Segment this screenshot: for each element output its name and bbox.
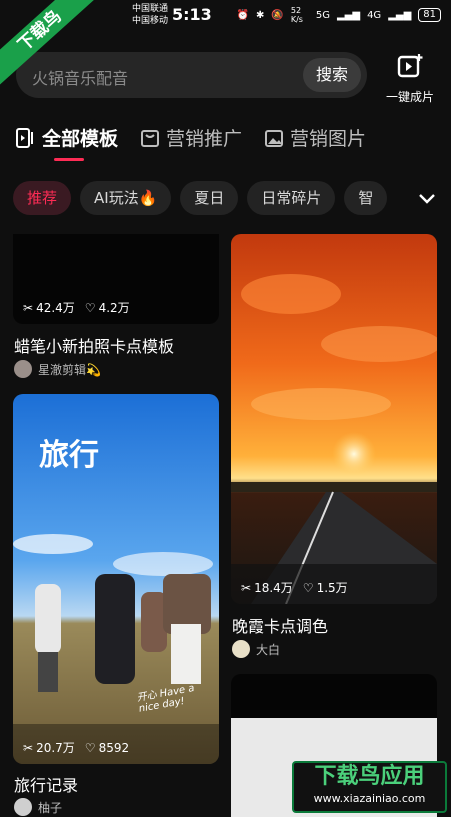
author-name: 星澈剪辑💫	[38, 362, 101, 377]
thumbnail-image	[231, 234, 437, 604]
watermark-url: www.xiazainiao.com	[313, 792, 426, 805]
alarm-icon: ⏰	[236, 9, 250, 21]
avatar	[14, 798, 32, 816]
card-title[interactable]: 旅行记录	[14, 772, 78, 796]
card-stats: ✂ 42.4万 ♡ 4.2万	[23, 299, 130, 316]
one-click-create-button[interactable]: 一键成片	[380, 52, 440, 105]
card-author[interactable]: 柚子	[14, 798, 62, 816]
battery-level: 81	[418, 8, 441, 22]
likes-stat: ♡ 4.2万	[85, 299, 130, 316]
mute-icon: 🔕	[271, 9, 284, 21]
chip-recommend[interactable]: 推荐	[13, 181, 72, 215]
chip-ai[interactable]: AI玩法🔥	[80, 181, 172, 215]
active-tab-indicator	[54, 158, 84, 161]
template-card[interactable]: 旅行 开心 Have a nice day! ✂ 20.7万 ♡ 8592	[13, 394, 219, 764]
heart-icon: ♡	[84, 740, 96, 755]
uses-stat: ✂ 20.7万	[23, 739, 75, 756]
search-bar[interactable]: 火锅音乐配音 搜索	[16, 52, 367, 98]
carrier-1: 中国联通	[132, 4, 169, 14]
avatar	[14, 360, 32, 378]
one-click-label: 一键成片	[385, 90, 434, 104]
net-speed: 52 K/s	[290, 6, 303, 24]
watermark-title: 下载鸟应用	[314, 764, 425, 789]
watermark-badge: 下载鸟应用 www.xiazainiao.com	[292, 761, 447, 813]
filter-chips: 推荐 AI玩法🔥 夏日 日常碎片 智	[13, 181, 388, 215]
video-add-icon	[397, 54, 423, 78]
tab-marketing[interactable]: 营销推广	[140, 124, 242, 151]
template-card[interactable]: ✂ 18.4万 ♡ 1.5万	[231, 234, 437, 604]
tab-marketing-images[interactable]: 营销图片	[264, 124, 366, 151]
tab-label: 全部模板	[42, 128, 119, 150]
uses-count: 20.7万	[36, 741, 75, 755]
heart-icon: ♡	[84, 300, 96, 315]
uses-stat: ✂ 18.4万	[241, 579, 293, 596]
card-stats: ✂ 18.4万 ♡ 1.5万	[241, 579, 348, 596]
signal-5g: 5G	[315, 9, 330, 21]
bluetooth-icon: ✱	[256, 9, 265, 21]
card-author[interactable]: 大白	[232, 640, 280, 658]
uses-count: 18.4万	[254, 581, 293, 595]
overlay-title: 旅行	[39, 438, 99, 473]
likes-count: 8592	[98, 740, 130, 755]
tab-all-templates[interactable]: 全部模板	[14, 124, 118, 151]
likes-count: 4.2万	[98, 301, 130, 315]
template-icon	[16, 127, 33, 148]
card-title[interactable]: 蜡笔小新拍照卡点模板	[14, 333, 174, 357]
scissors-icon: ✂	[23, 740, 34, 755]
uses-count: 42.4万	[36, 301, 75, 315]
scissors-icon: ✂	[23, 300, 34, 315]
tab-label: 营销图片	[290, 128, 367, 150]
card-author[interactable]: 星澈剪辑💫	[14, 360, 101, 378]
likes-stat: ♡ 8592	[85, 741, 129, 755]
heart-icon: ♡	[302, 580, 314, 595]
carrier-info: 中国联通 中国移动	[132, 3, 168, 27]
chip-daily[interactable]: 日常碎片	[247, 181, 336, 215]
author-name: 大白	[256, 642, 281, 657]
search-input[interactable]: 火锅音乐配音	[32, 65, 128, 89]
image-icon	[265, 129, 284, 147]
signal-bars-icon: ▂▄▆	[336, 9, 361, 21]
scissors-icon: ✂	[241, 580, 252, 595]
chevron-down-icon[interactable]	[417, 188, 437, 208]
author-name: 柚子	[38, 800, 63, 815]
carrier-2: 中国移动	[132, 16, 169, 26]
likes-count: 1.5万	[316, 581, 348, 595]
avatar	[232, 640, 250, 658]
signal-4g: 4G	[367, 9, 382, 21]
chip-partial[interactable]: 智	[344, 181, 388, 215]
signal-bars-icon: ▂▄▆	[388, 9, 412, 21]
chip-summer[interactable]: 夏日	[180, 181, 239, 215]
search-button[interactable]: 搜索	[303, 58, 361, 92]
bag-icon	[141, 129, 160, 147]
category-tabs: 全部模板 营销推广 营销图片	[14, 124, 366, 151]
card-title[interactable]: 晚霞卡点调色	[232, 613, 328, 637]
card-stats: ✂ 20.7万 ♡ 8592	[23, 739, 129, 756]
likes-stat: ♡ 1.5万	[303, 579, 348, 596]
clock: 5:13	[172, 5, 212, 24]
uses-stat: ✂ 42.4万	[23, 299, 75, 316]
system-icons: ⏰ ✱ 🔕 52 K/s 5G ▂▄▆ 4G ▂▄▆ 81	[237, 6, 441, 24]
template-card[interactable]: ✂ 42.4万 ♡ 4.2万	[13, 234, 219, 324]
tab-label: 营销推广	[166, 128, 243, 150]
